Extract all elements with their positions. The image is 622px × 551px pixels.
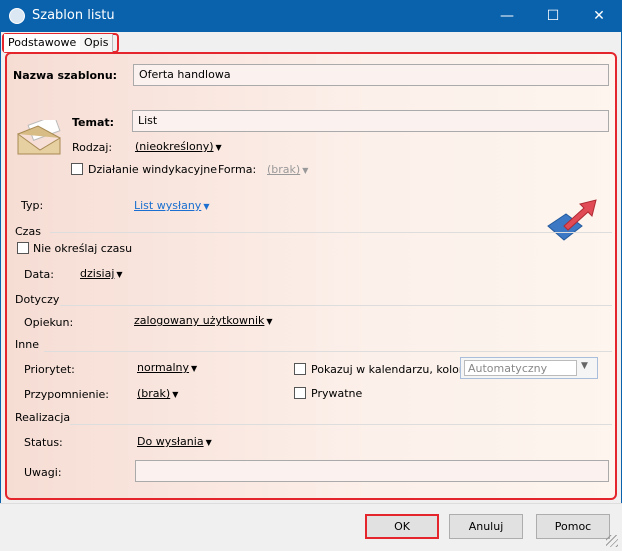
priority-dropdown[interactable]: normalny ▼ (137, 361, 197, 374)
reminder-label: Przypomnienie: (24, 388, 109, 401)
form-label: Forma: (218, 163, 257, 176)
button-bar (0, 503, 622, 551)
kind-dropdown[interactable]: (nieokreślony) ▼ (135, 140, 222, 153)
chevron-down-icon: ▼ (203, 202, 210, 211)
type-dropdown[interactable]: List wysłany ▼ (134, 199, 209, 212)
no-time-checkbox[interactable] (17, 242, 29, 254)
date-value: dzisiaj (80, 267, 115, 280)
color-value: Automatyczny (464, 360, 577, 376)
calendar-checkbox[interactable] (294, 363, 306, 375)
owner-label: Opiekun: (24, 316, 74, 329)
cancel-button[interactable]: Anuluj (449, 514, 523, 539)
ok-button[interactable]: OK (365, 514, 439, 539)
color-select[interactable]: Automatyczny ▼ (460, 357, 598, 379)
divider (44, 351, 612, 352)
divider (60, 305, 612, 306)
status-value: Do wysłania (137, 435, 204, 448)
chevron-down-icon: ▼ (215, 143, 222, 152)
name-label: Nazwa szablonu: (13, 69, 118, 82)
minimize-button[interactable]: — (484, 0, 530, 32)
kind-value: (nieokreślony) (135, 140, 214, 153)
owner-dropdown[interactable]: zalogowany użytkownik ▼ (134, 314, 273, 327)
type-label: Typ: (21, 199, 44, 212)
window-title: Szablon listu (32, 8, 115, 23)
chevron-down-icon: ▼ (581, 361, 588, 371)
envelope-icon (16, 115, 61, 155)
subject-input[interactable]: List (132, 110, 609, 132)
form-dropdown[interactable]: (brak) ▼ (267, 163, 308, 176)
other-section-heading: Inne (15, 338, 39, 351)
tab-opis[interactable]: Opis (80, 34, 114, 52)
type-value: List wysłany (134, 199, 202, 212)
close-button[interactable]: ✕ (576, 0, 622, 32)
collection-label: Działanie windykacyjne (88, 163, 217, 176)
private-label: Prywatne (311, 387, 363, 400)
kind-label: Rodzaj: (72, 141, 113, 154)
maximize-button[interactable]: ☐ (530, 0, 576, 32)
calendar-label: Pokazuj w kalendarzu, kolor: (311, 363, 467, 376)
chevron-down-icon: ▼ (205, 438, 212, 447)
time-section-heading: Czas (15, 225, 41, 238)
chevron-down-icon: ▼ (302, 166, 309, 175)
owner-value: zalogowany użytkownik (134, 314, 265, 327)
concerns-section-heading: Dotyczy (15, 293, 60, 306)
no-time-label: Nie określaj czasu (33, 242, 133, 255)
chevron-down-icon: ▼ (116, 270, 123, 279)
divider (50, 232, 612, 233)
priority-label: Priorytet: (24, 363, 75, 376)
chevron-down-icon: ▼ (191, 364, 198, 373)
chevron-down-icon: ▼ (266, 317, 273, 326)
reminder-dropdown[interactable]: (brak) ▼ (137, 387, 178, 400)
realization-section-heading: Realizacja (15, 411, 71, 424)
status-dropdown[interactable]: Do wysłania ▼ (137, 435, 212, 448)
divider (70, 424, 612, 425)
subject-label: Temat: (72, 116, 115, 129)
notes-input[interactable] (135, 460, 609, 482)
private-checkbox[interactable] (294, 387, 306, 399)
collection-checkbox[interactable] (71, 163, 83, 175)
tab-podstawowe[interactable]: Podstawowe (4, 34, 82, 52)
reminder-value: (brak) (137, 387, 171, 400)
form-value: (brak) (267, 163, 301, 176)
app-logo-icon (9, 8, 25, 24)
resize-grip[interactable] (606, 535, 618, 547)
chevron-down-icon: ▼ (172, 390, 179, 399)
send-arrow-icon (546, 196, 598, 247)
title-bar: Szablon listu — ☐ ✕ (0, 0, 622, 32)
priority-value: normalny (137, 361, 190, 374)
date-label: Data: (24, 268, 54, 281)
name-input[interactable]: Oferta handlowa (133, 64, 609, 86)
help-button[interactable]: Pomoc (536, 514, 610, 539)
notes-label: Uwagi: (24, 466, 62, 479)
status-label: Status: (24, 436, 63, 449)
date-dropdown[interactable]: dzisiaj ▼ (80, 267, 123, 280)
